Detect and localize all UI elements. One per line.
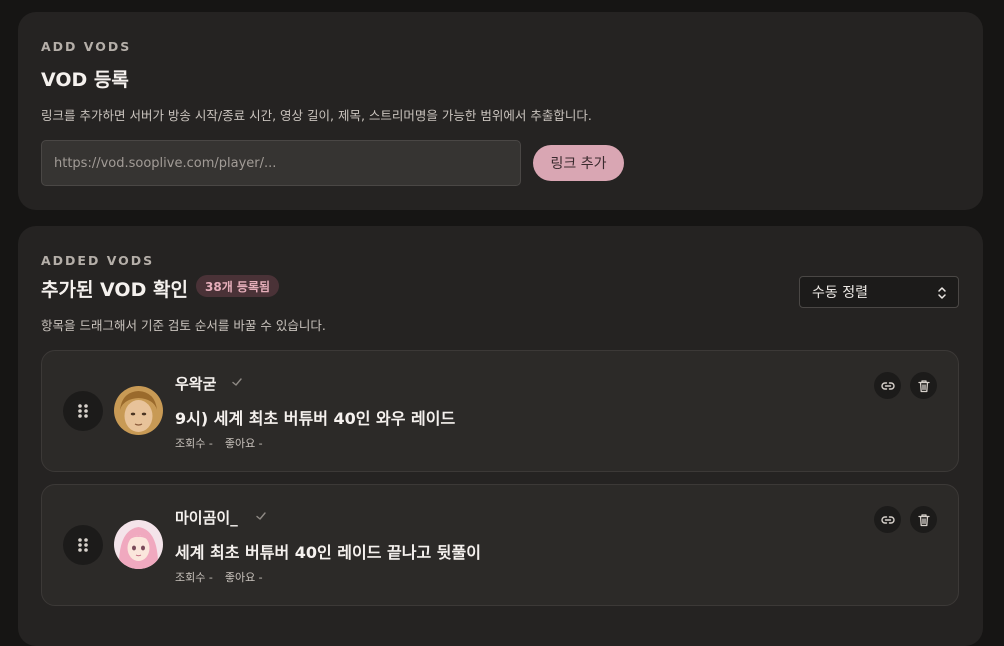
add-link-button[interactable]: 링크 추가 (533, 145, 624, 181)
link-icon[interactable] (874, 372, 901, 399)
vod-count-badge: 38개 등록됨 (196, 275, 280, 297)
added-vods-description: 항목을 드래그해서 기준 검토 순서를 바꿀 수 있습니다. (41, 318, 326, 333)
view-count: 조회수 - (175, 437, 213, 450)
drag-handle-icon[interactable] (63, 391, 103, 431)
link-icon[interactable] (874, 506, 901, 533)
check-icon (256, 512, 266, 520)
streamer-avatar (114, 520, 163, 569)
added-vods-eyebrow: ADDED VODS (41, 253, 155, 268)
like-count: 좋아요 - (224, 571, 263, 584)
sort-order-select[interactable]: 수동 정렬 (799, 276, 959, 308)
added-vods-panel: ADDED VODS 추가된 VOD 확인 38개 등록됨 항목을 드래그해서 … (18, 226, 983, 646)
trash-icon[interactable] (910, 506, 937, 533)
check-icon (232, 378, 242, 386)
add-vods-title: VOD 등록 (41, 69, 129, 91)
added-vods-title: 추가된 VOD 확인 (41, 279, 188, 301)
vod-list-item[interactable]: 마이곰이_ 세계 최초 버튜버 40인 레이드 끝나고 뒷풀이 조회수 - 좋아… (41, 484, 959, 606)
trash-icon[interactable] (910, 372, 937, 399)
vod-url-input[interactable] (41, 140, 521, 186)
streamer-avatar (114, 386, 163, 435)
add-vods-panel: ADD VODS VOD 등록 링크를 추가하면 서버가 방송 시작/종료 시간… (18, 12, 983, 210)
drag-handle-icon[interactable] (63, 525, 103, 565)
sort-order-value: 수동 정렬 (812, 285, 868, 301)
streamer-name: 우왁굳 (175, 375, 217, 393)
vod-stats: 조회수 - 좋아요 - (175, 435, 263, 451)
add-vods-eyebrow: ADD VODS (41, 39, 132, 54)
view-count: 조회수 - (175, 571, 213, 584)
chevron-up-down-icon (938, 287, 946, 299)
vod-title: 세계 최초 버튜버 40인 레이드 끝나고 뒷풀이 (175, 543, 481, 562)
add-vods-description: 링크를 추가하면 서버가 방송 시작/종료 시간, 영상 길이, 제목, 스트리… (41, 108, 592, 123)
vod-list-item[interactable]: 우왁굳 9시) 세계 최초 버튜버 40인 와우 레이드 조회수 - 좋아요 - (41, 350, 959, 472)
vod-title: 9시) 세계 최초 버튜버 40인 와우 레이드 (175, 409, 456, 428)
vod-stats: 조회수 - 좋아요 - (175, 569, 263, 585)
streamer-name: 마이곰이_ (175, 509, 238, 527)
like-count: 좋아요 - (224, 437, 263, 450)
